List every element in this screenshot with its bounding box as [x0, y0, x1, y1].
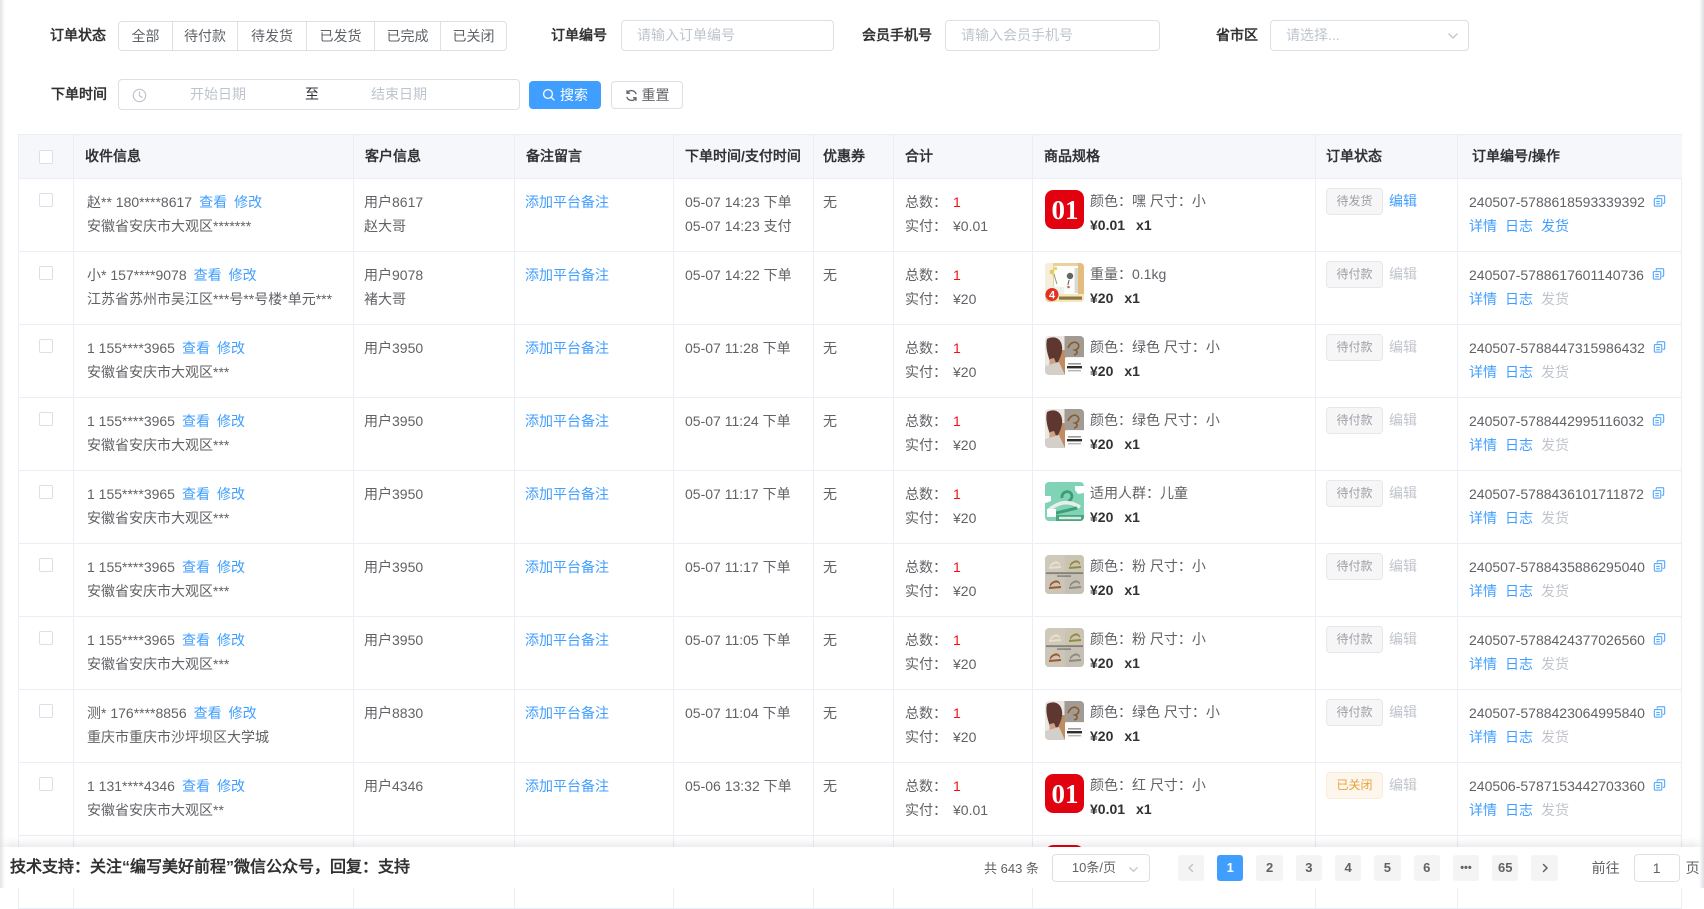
svg-text:01: 01 [1052, 779, 1079, 809]
svg-text:4: 4 [1049, 290, 1056, 302]
svg-text:01: 01 [1052, 195, 1079, 225]
